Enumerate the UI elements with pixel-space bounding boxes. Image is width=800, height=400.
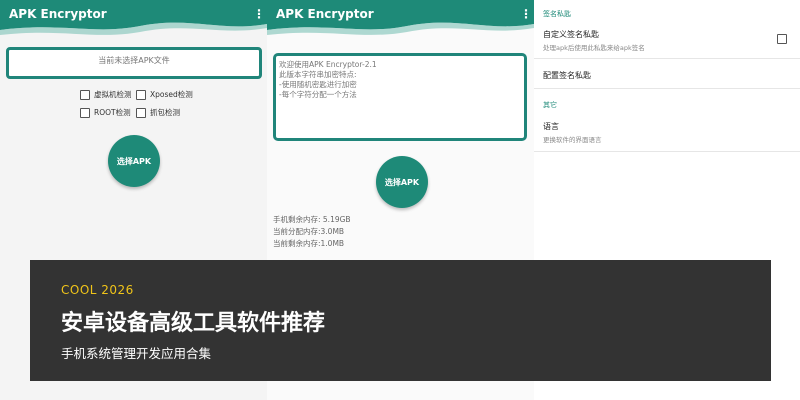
checkbox-icon[interactable]	[136, 107, 146, 118]
log-line: -每个字符分配一个方法	[279, 90, 357, 99]
app-title: APK Encryptor	[9, 7, 107, 21]
checkbox-vm-detect[interactable]: 虚拟机检测	[80, 89, 132, 100]
checkbox-label: ROOT检测	[94, 108, 131, 117]
pref-language-summary: 更换软件的界面语言	[543, 136, 602, 144]
overflow-menu-icon[interactable]: ⋮	[520, 7, 532, 21]
banner-subline: 手机系统管理开发应用合集	[61, 346, 212, 361]
checkbox-label: 抓包检测	[150, 108, 180, 117]
select-apk-button[interactable]: 选择APK	[376, 156, 428, 208]
checkbox-icon[interactable]	[80, 89, 90, 100]
divider	[534, 58, 800, 59]
divider	[534, 88, 800, 89]
section-header-other: 其它	[543, 101, 557, 109]
section-header-signing: 签名私匙	[543, 10, 571, 18]
app-bar: APK Encryptor ⋮	[0, 0, 267, 38]
log-output-box: 欢迎使用APK Encryptor-2.1 此版本字符串加密特点: -使用随机密…	[273, 53, 527, 141]
select-apk-button[interactable]: 选择APK	[108, 135, 160, 187]
memory-device-free: 手机剩余内存: 5.19GB	[273, 215, 351, 224]
pref-custom-key-title[interactable]: 自定义签名私匙	[543, 29, 599, 40]
banner-tag: COOL 2026	[61, 283, 134, 297]
log-line: 欢迎使用APK Encryptor-2.1	[279, 60, 377, 69]
pref-custom-key-summary: 处理apk后使用此私匙来给apk签名	[543, 44, 645, 52]
checkbox-icon[interactable]	[80, 107, 90, 118]
overflow-menu-icon[interactable]: ⋮	[253, 7, 265, 21]
promo-banner: COOL 2026 安卓设备高级工具软件推荐 手机系统管理开发应用合集	[30, 260, 771, 381]
pref-language-title[interactable]: 语言	[543, 121, 559, 132]
checkbox-icon[interactable]	[136, 89, 146, 100]
app-title: APK Encryptor	[276, 7, 374, 21]
pref-config-key-title[interactable]: 配置签名私匙	[543, 70, 591, 81]
memory-remaining: 当前剩余内存:1.0MB	[273, 239, 345, 248]
custom-key-checkbox[interactable]	[777, 34, 787, 44]
banner-headline: 安卓设备高级工具软件推荐	[61, 311, 326, 336]
checkbox-xposed-detect[interactable]: Xposed检测	[136, 89, 193, 100]
log-line: -使用随机密匙进行加密	[279, 80, 357, 89]
divider	[534, 151, 800, 152]
checkbox-root-detect[interactable]: ROOT检测	[80, 107, 131, 118]
checkbox-capture-detect[interactable]: 抓包检测	[136, 107, 180, 118]
checkbox-label: Xposed检测	[150, 90, 193, 99]
checkbox-label: 虚拟机检测	[94, 90, 132, 99]
log-line: 此版本字符串加密特点:	[279, 70, 357, 79]
memory-allocated: 当前分配内存:3.0MB	[273, 227, 345, 236]
selected-file-box[interactable]: 当前未选择APK文件	[6, 47, 262, 79]
app-bar: APK Encryptor ⋮	[267, 0, 534, 38]
